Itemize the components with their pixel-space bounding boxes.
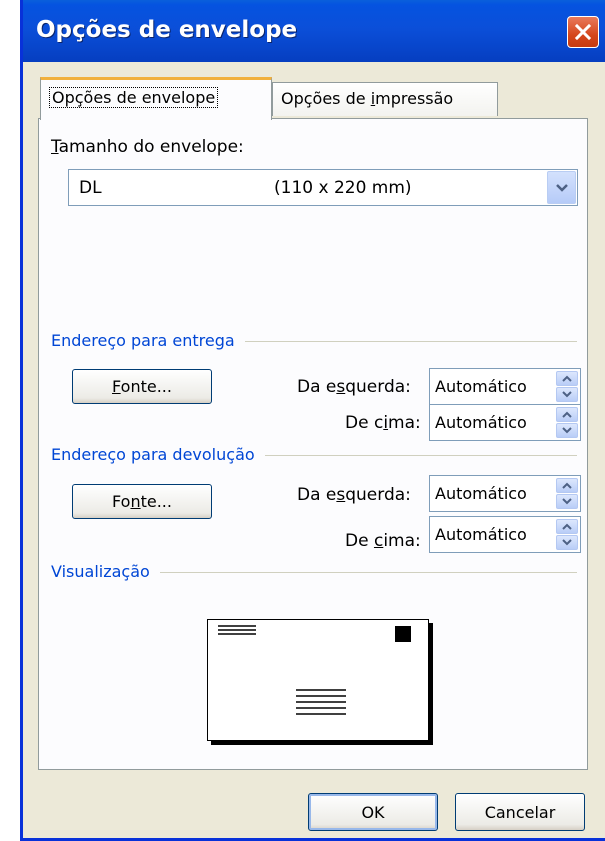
delivery-from-left-value: Automático — [435, 377, 527, 396]
return-from-left-value: Automático — [435, 484, 527, 503]
tab-print-options-label: Opções de impressão — [281, 89, 454, 108]
chevron-down-icon — [562, 539, 572, 546]
return-font-button[interactable]: Fonte... — [72, 484, 212, 519]
tab-panel: Tamanho do envelope: DL (110 x 220 mm) E… — [38, 118, 588, 770]
spin-down-button[interactable] — [556, 387, 578, 402]
return-from-top-value: Automático — [435, 525, 527, 544]
tab-envelope-options-label: Opções de envelope — [49, 87, 219, 108]
delivery-from-top-label: De cima: — [345, 413, 421, 433]
chevron-down-icon — [562, 427, 572, 434]
delivery-font-button[interactable]: Fonte... — [72, 369, 212, 404]
chevron-up-icon — [562, 411, 572, 418]
chevron-down-icon — [562, 498, 572, 505]
preview-title: Visualização — [51, 562, 160, 581]
return-from-left-arrows[interactable] — [556, 478, 578, 509]
delivery-from-left-spinner[interactable]: Automático — [429, 368, 581, 405]
spin-up-button[interactable] — [556, 519, 578, 534]
envelope-size-select[interactable]: DL (110 x 220 mm) — [68, 169, 578, 206]
delivery-from-top-value: Automático — [435, 413, 527, 432]
title-bar[interactable]: Opções de envelope — [23, 0, 605, 62]
chevron-down-icon — [562, 391, 572, 398]
tab-print-options[interactable]: Opções de impressão — [272, 82, 498, 116]
return-from-left-label: Da esquerda: — [297, 485, 411, 505]
return-from-top-label: De cima: — [345, 531, 421, 551]
chevron-down-icon — [555, 183, 568, 192]
spin-up-button[interactable] — [556, 407, 578, 422]
envelope-preview — [207, 619, 429, 741]
envelope-icon — [218, 625, 411, 715]
spin-down-button[interactable] — [556, 535, 578, 550]
envelope-size-name: DL — [79, 178, 102, 198]
chevron-up-icon — [562, 482, 572, 489]
chevron-up-icon — [562, 523, 572, 530]
delivery-from-top-spinner[interactable]: Automático — [429, 404, 581, 441]
return-address-title: Endereço para devolução — [51, 445, 265, 464]
return-font-button-label: Fonte... — [112, 492, 172, 511]
delivery-font-button-label: Fonte... — [112, 377, 172, 396]
dialog-window: Opções de envelope Opções de envelope Op… — [20, 0, 605, 841]
tab-envelope-options[interactable]: Opções de envelope — [40, 77, 272, 120]
delivery-from-left-label: Da esquerda: — [297, 377, 411, 397]
return-from-left-spinner[interactable]: Automático — [429, 475, 581, 512]
spin-up-button[interactable] — [556, 371, 578, 386]
delivery-from-left-arrows[interactable] — [556, 371, 578, 402]
window-title: Opções de envelope — [36, 17, 298, 43]
spin-down-button[interactable] — [556, 494, 578, 509]
close-icon — [574, 23, 592, 41]
spin-up-button[interactable] — [556, 478, 578, 493]
dropdown-button[interactable] — [547, 171, 576, 204]
delivery-address-title: Endereço para entrega — [51, 331, 245, 350]
envelope-size-label: Tamanho do envelope: — [51, 137, 244, 157]
return-from-top-arrows[interactable] — [556, 519, 578, 550]
ok-button[interactable]: OK — [308, 793, 438, 831]
chevron-up-icon — [562, 375, 572, 382]
envelope-size-dimensions: (110 x 220 mm) — [274, 178, 412, 198]
return-from-top-spinner[interactable]: Automático — [429, 516, 581, 553]
delivery-from-top-arrows[interactable] — [556, 407, 578, 438]
close-button[interactable] — [567, 16, 599, 48]
cancel-button[interactable]: Cancelar — [455, 793, 585, 831]
spin-down-button[interactable] — [556, 423, 578, 438]
